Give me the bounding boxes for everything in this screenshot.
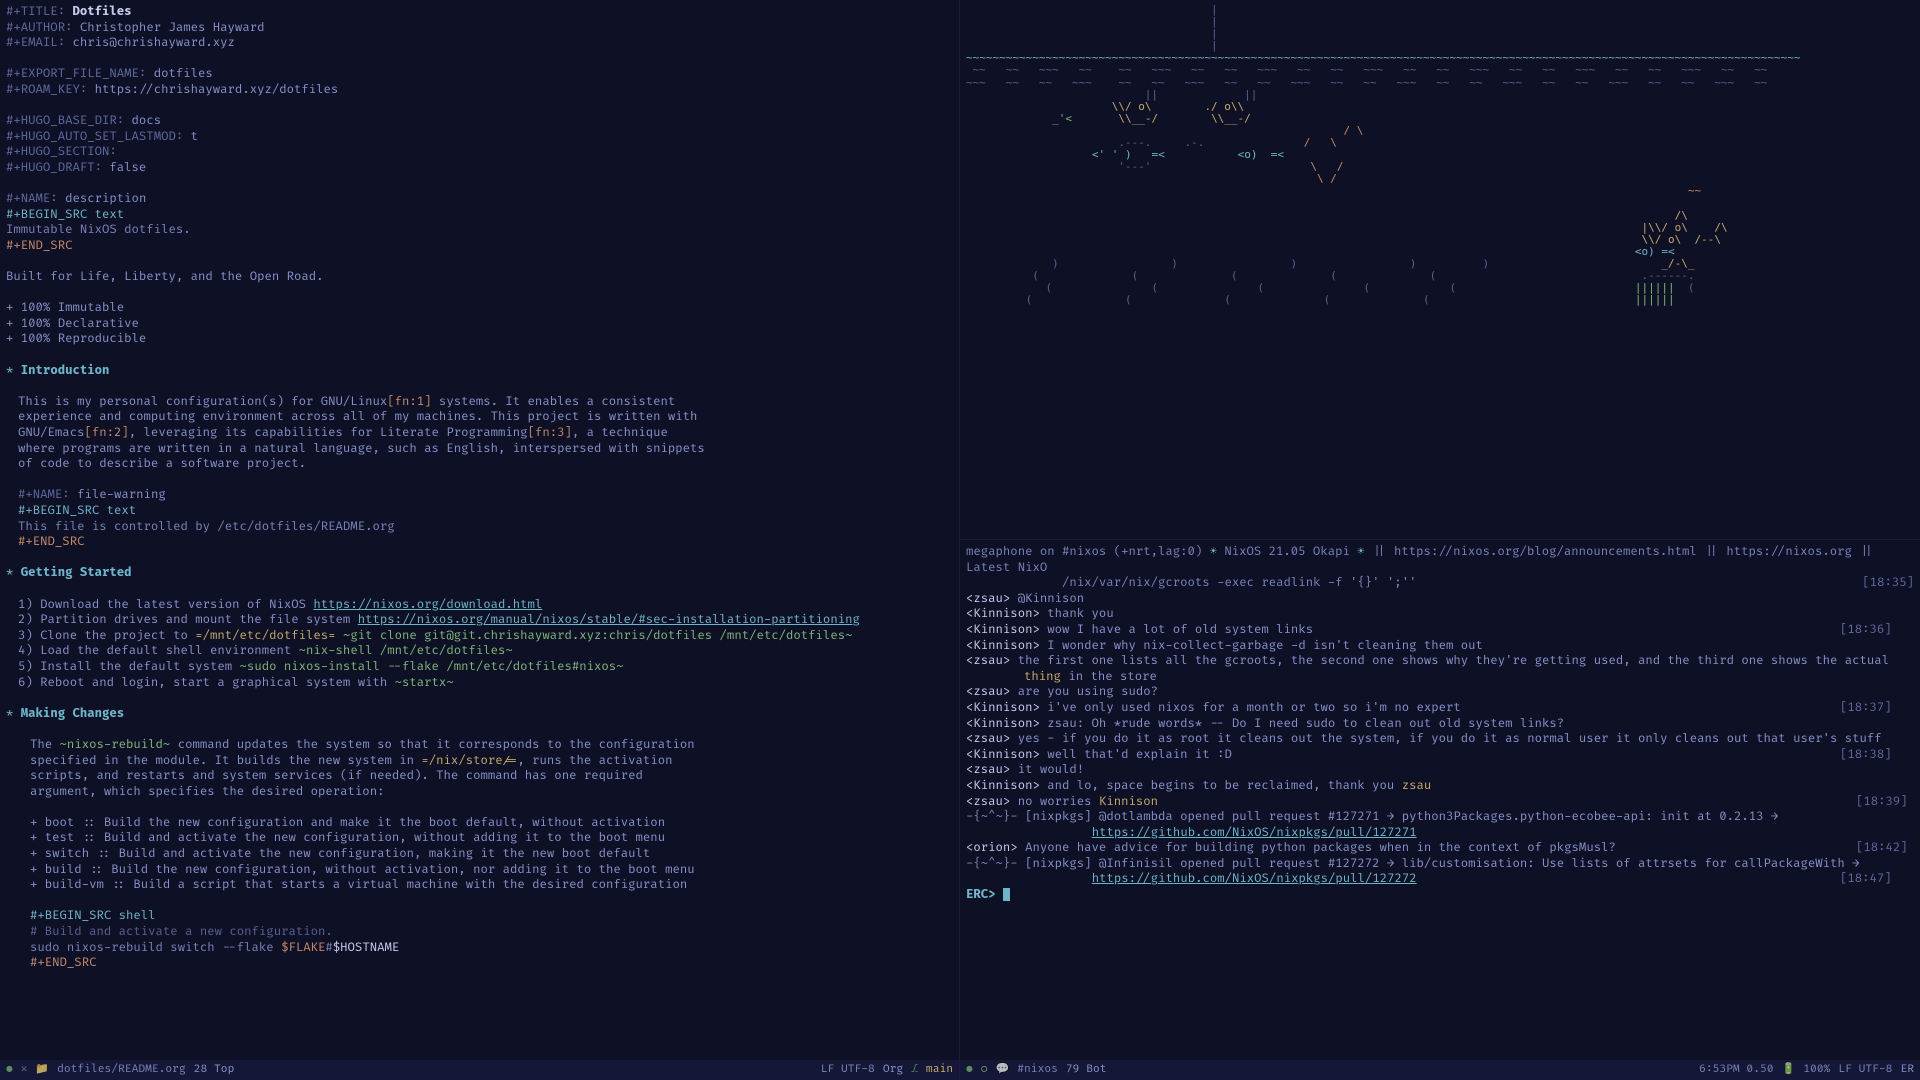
gs-step-2: 2) Partition drives and mount the file s… (6, 612, 953, 628)
erc-prompt-line[interactable]: ERC> (966, 887, 1914, 903)
filewarn-body: This file is controlled by /etc/dotfiles… (6, 519, 953, 535)
battery-icon: 🔋 (1782, 1063, 1796, 1077)
folder-icon: 📁 (35, 1063, 49, 1077)
modeline-time: 6:53PM 0.50 (1699, 1063, 1773, 1077)
modeline-left[interactable]: ● ✕ 📁 dotfiles/README.org 28 Top LF UTF-… (0, 1060, 959, 1080)
modeline-file: dotfiles/README.org (57, 1063, 186, 1077)
sh-cmd: sudo nixos-rebuild switch --flake $FLAKE… (6, 940, 953, 956)
org-name-desc: #+NAME: description (6, 191, 953, 207)
irc-msg: [18:42]<orion> Anyone have advice for bu… (966, 840, 1914, 856)
irc-msg: <zsau> are you using sudo? (966, 684, 1914, 700)
irc-msg: [18:37]<Kinnison> i've only used nixos f… (966, 700, 1914, 716)
irc-pr-notice: -{~^~}- [nixpkgs] @dotlambda opened pull… (966, 809, 1914, 840)
org-roam-line: #+ROAM_KEY: https://chrishayward.xyz/dot… (6, 82, 953, 98)
org-author-line: #+AUTHOR: Christopher James Hayward (6, 20, 953, 36)
org-hugo-base: #+HUGO_BASE_DIR: docs (6, 113, 953, 129)
irc-msg: <zsau> @Kinnison (966, 591, 1914, 607)
making-changes-paragraph: The ~nixos-rebuild~ command updates the … (6, 737, 706, 799)
irc-header: megaphone on #nixos (+nrt,lag:0) ☀ NixOS… (966, 544, 1914, 575)
irc-pane[interactable]: megaphone on #nixos (+nrt,lag:0) ☀ NixOS… (960, 540, 1920, 1080)
irc-msg: <zsau> yes - if you do it as root it cle… (966, 731, 1914, 747)
modeline-pos: 79 Bot (1066, 1063, 1107, 1077)
link-pr-127271[interactable]: https://github.com/NixOS/nixpkgs/pull/12… (1092, 825, 1417, 840)
mc-item-1: + boot :: Build the new configuration an… (6, 815, 953, 831)
close-icon[interactable]: ✕ (21, 1063, 28, 1077)
status-dot-icon: ● (966, 1063, 973, 1077)
org-end-src-3: #+END_SRC (6, 955, 953, 971)
irc-msg: <Kinnison> and lo, space begins to be re… (966, 778, 1914, 794)
speech-bubble-icon: 💬 (996, 1063, 1010, 1077)
circle-icon: ◯ (981, 1063, 988, 1077)
mc-item-5: + build-vm :: Build a script that starts… (6, 877, 953, 893)
cursor-icon (1003, 888, 1010, 901)
modeline-pos: 28 Top (194, 1063, 235, 1077)
modeline-irc[interactable]: ● ◯ 💬 #nixos 79 Bot 6:53PM 0.50 🔋 100% L… (960, 1060, 1920, 1080)
gs-step-3: 3) Clone the project to =/mnt/etc/dotfil… (6, 628, 953, 644)
org-email-line: #+EMAIL: chris@chrishayward.xyz (6, 35, 953, 51)
org-end-src-2: #+END_SRC (6, 534, 953, 550)
irc-msg: [18:38]<Kinnison> well that'd explain it… (966, 747, 1914, 763)
irc-msg: [18:39]<zsau> no worries Kinnison (966, 794, 1914, 810)
modeline-branch: main (926, 1063, 953, 1077)
irc-msg: <Kinnison> thank you (966, 606, 1914, 622)
vterm-pane[interactable]: | | | | ~~~~~~~~~~~~~~~~~~~~~~~~~~~~~~~~… (960, 0, 1920, 540)
heading-making-changes: * Making Changes (6, 706, 953, 722)
bullet-3: + 100% Reproducible (6, 331, 953, 347)
org-name-filewarn: #+NAME: file-warning (6, 487, 953, 503)
mc-item-3: + switch :: Build and activate the new c… (6, 846, 953, 862)
irc-msg: <Kinnison> I wonder why nix-collect-garb… (966, 638, 1914, 654)
link-nixos-partition[interactable]: https://nixos.org/manual/nixos/stable/#s… (358, 612, 860, 627)
right-pane-container: | | | | ~~~~~~~~~~~~~~~~~~~~~~~~~~~~~~~~… (960, 0, 1920, 1080)
left-editor-pane[interactable]: #+TITLE: Dotfiles #+AUTHOR: Christopher … (0, 0, 960, 1080)
irc-msg: <Kinnison> zsau: Oh *rude words* -- Do I… (966, 716, 1914, 732)
modeline-encoding: LF UTF-8 (821, 1063, 875, 1077)
intro-paragraph: This is my personal configuration(s) for… (6, 394, 706, 472)
irc-header-2: [18:35] /nix/var/nix/gcroots -exec readl… (966, 575, 1914, 591)
mc-item-4: + build :: Build the new configuration, … (6, 862, 953, 878)
org-hugo-draft: #+HUGO_DRAFT: false (6, 160, 953, 176)
modeline-mode: Org (883, 1063, 903, 1077)
modeline-battery: 100% (1803, 1063, 1830, 1077)
modeline-mode: ER (1900, 1063, 1914, 1077)
heading-intro: * Introduction (6, 363, 953, 379)
link-pr-127272[interactable]: https://github.com/NixOS/nixpkgs/pull/12… (1092, 871, 1417, 886)
link-nixos-download[interactable]: https://nixos.org/download.html (313, 597, 542, 612)
gs-step-1: 1) Download the latest version of NixOS … (6, 597, 953, 613)
gs-step-4: 4) Load the default shell environment ~n… (6, 643, 953, 659)
org-end-src: #+END_SRC (6, 238, 953, 254)
gs-step-6: 6) Reboot and login, start a graphical s… (6, 675, 953, 691)
irc-msg: <zsau> the first one lists all the gcroo… (966, 653, 1914, 684)
org-src-body: Immutable NixOS dotfiles. (6, 222, 953, 238)
tagline: Built for Life, Liberty, and the Open Ro… (6, 269, 953, 285)
modeline-buffer: #nixos (1017, 1063, 1058, 1077)
bullet-2: + 100% Declarative (6, 316, 953, 332)
irc-msg: <zsau> it would! (966, 762, 1914, 778)
sh-comment: # Build and activate a new configuration… (6, 924, 953, 940)
org-begin-src: #+BEGIN_SRC text (6, 207, 953, 223)
bullet-1: + 100% Immutable (6, 300, 953, 316)
org-begin-src-shell: #+BEGIN_SRC shell (6, 908, 953, 924)
heading-getting-started: * Getting Started (6, 565, 953, 581)
org-hugo-lastmod: #+HUGO_AUTO_SET_LASTMOD: t (6, 129, 953, 145)
org-title-line: #+TITLE: Dotfiles (6, 4, 953, 20)
org-export-line: #+EXPORT_FILE_NAME: dotfiles (6, 66, 953, 82)
ascii-art: | | | | ~~~~~~~~~~~~~~~~~~~~~~~~~~~~~~~~… (966, 4, 1914, 306)
irc-pr-notice: -{~^~}- [nixpkgs] @Infinisil opened pull… (966, 856, 1914, 887)
gs-step-5: 5) Install the default system ~sudo nixo… (6, 659, 953, 675)
org-hugo-section: #+HUGO_SECTION: (6, 144, 953, 160)
status-dot-icon: ● (6, 1063, 13, 1077)
git-branch-icon: ⎇ (911, 1063, 918, 1077)
irc-msg: [18:36]<Kinnison> wow I have a lot of ol… (966, 622, 1914, 638)
mc-item-2: + test :: Build and activate the new con… (6, 830, 953, 846)
org-begin-src-2: #+BEGIN_SRC text (6, 503, 953, 519)
modeline-encoding: LF UTF-8 (1838, 1063, 1892, 1077)
